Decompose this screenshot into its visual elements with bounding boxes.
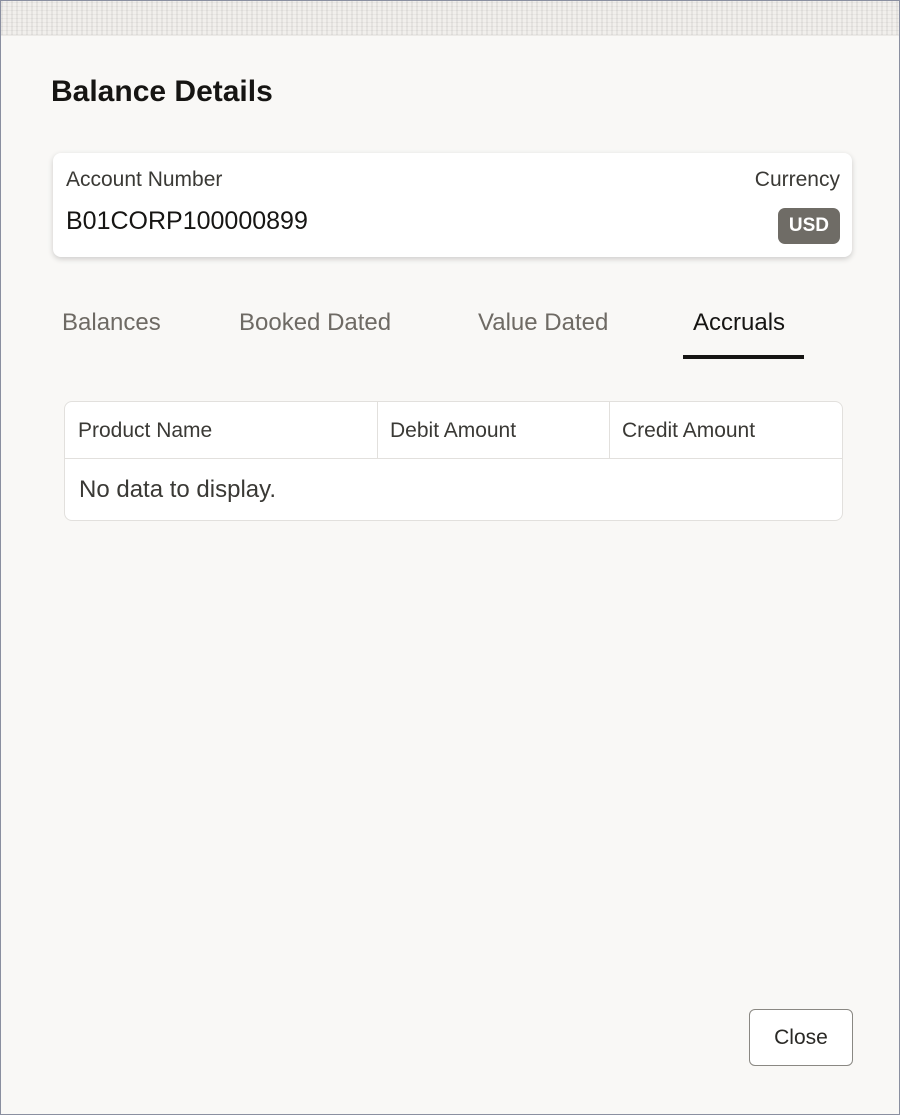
header-divider: [65, 458, 842, 459]
column-header-credit-amount[interactable]: Credit Amount: [609, 402, 842, 458]
tab-bar: Balances Booked Dated Value Dated Accrua…: [1, 297, 900, 361]
column-header-debit-amount[interactable]: Debit Amount: [377, 402, 609, 458]
close-button[interactable]: Close: [749, 1009, 853, 1066]
header-strip: [1, 1, 899, 36]
tab-value-dated[interactable]: Value Dated: [478, 309, 608, 337]
accruals-table: Product Name Debit Amount Credit Amount …: [64, 401, 843, 521]
tab-balances[interactable]: Balances: [62, 309, 161, 337]
currency-label: Currency: [754, 168, 840, 191]
dialog-title: Balance Details: [51, 75, 273, 108]
empty-table-message: No data to display.: [79, 476, 277, 503]
balance-details-dialog: Balance Details Account Number B01CORP10…: [0, 0, 900, 1115]
column-header-product-name[interactable]: Product Name: [65, 402, 377, 458]
currency-badge: USD: [777, 208, 840, 244]
account-number-value: B01CORP100000899: [66, 207, 308, 235]
tab-booked-dated[interactable]: Booked Dated: [239, 309, 391, 337]
tab-accruals[interactable]: Accruals: [693, 309, 785, 337]
account-number-label: Account Number: [66, 168, 223, 191]
account-card: Account Number B01CORP100000899 Currency…: [53, 153, 852, 257]
active-tab-indicator: [683, 355, 804, 359]
